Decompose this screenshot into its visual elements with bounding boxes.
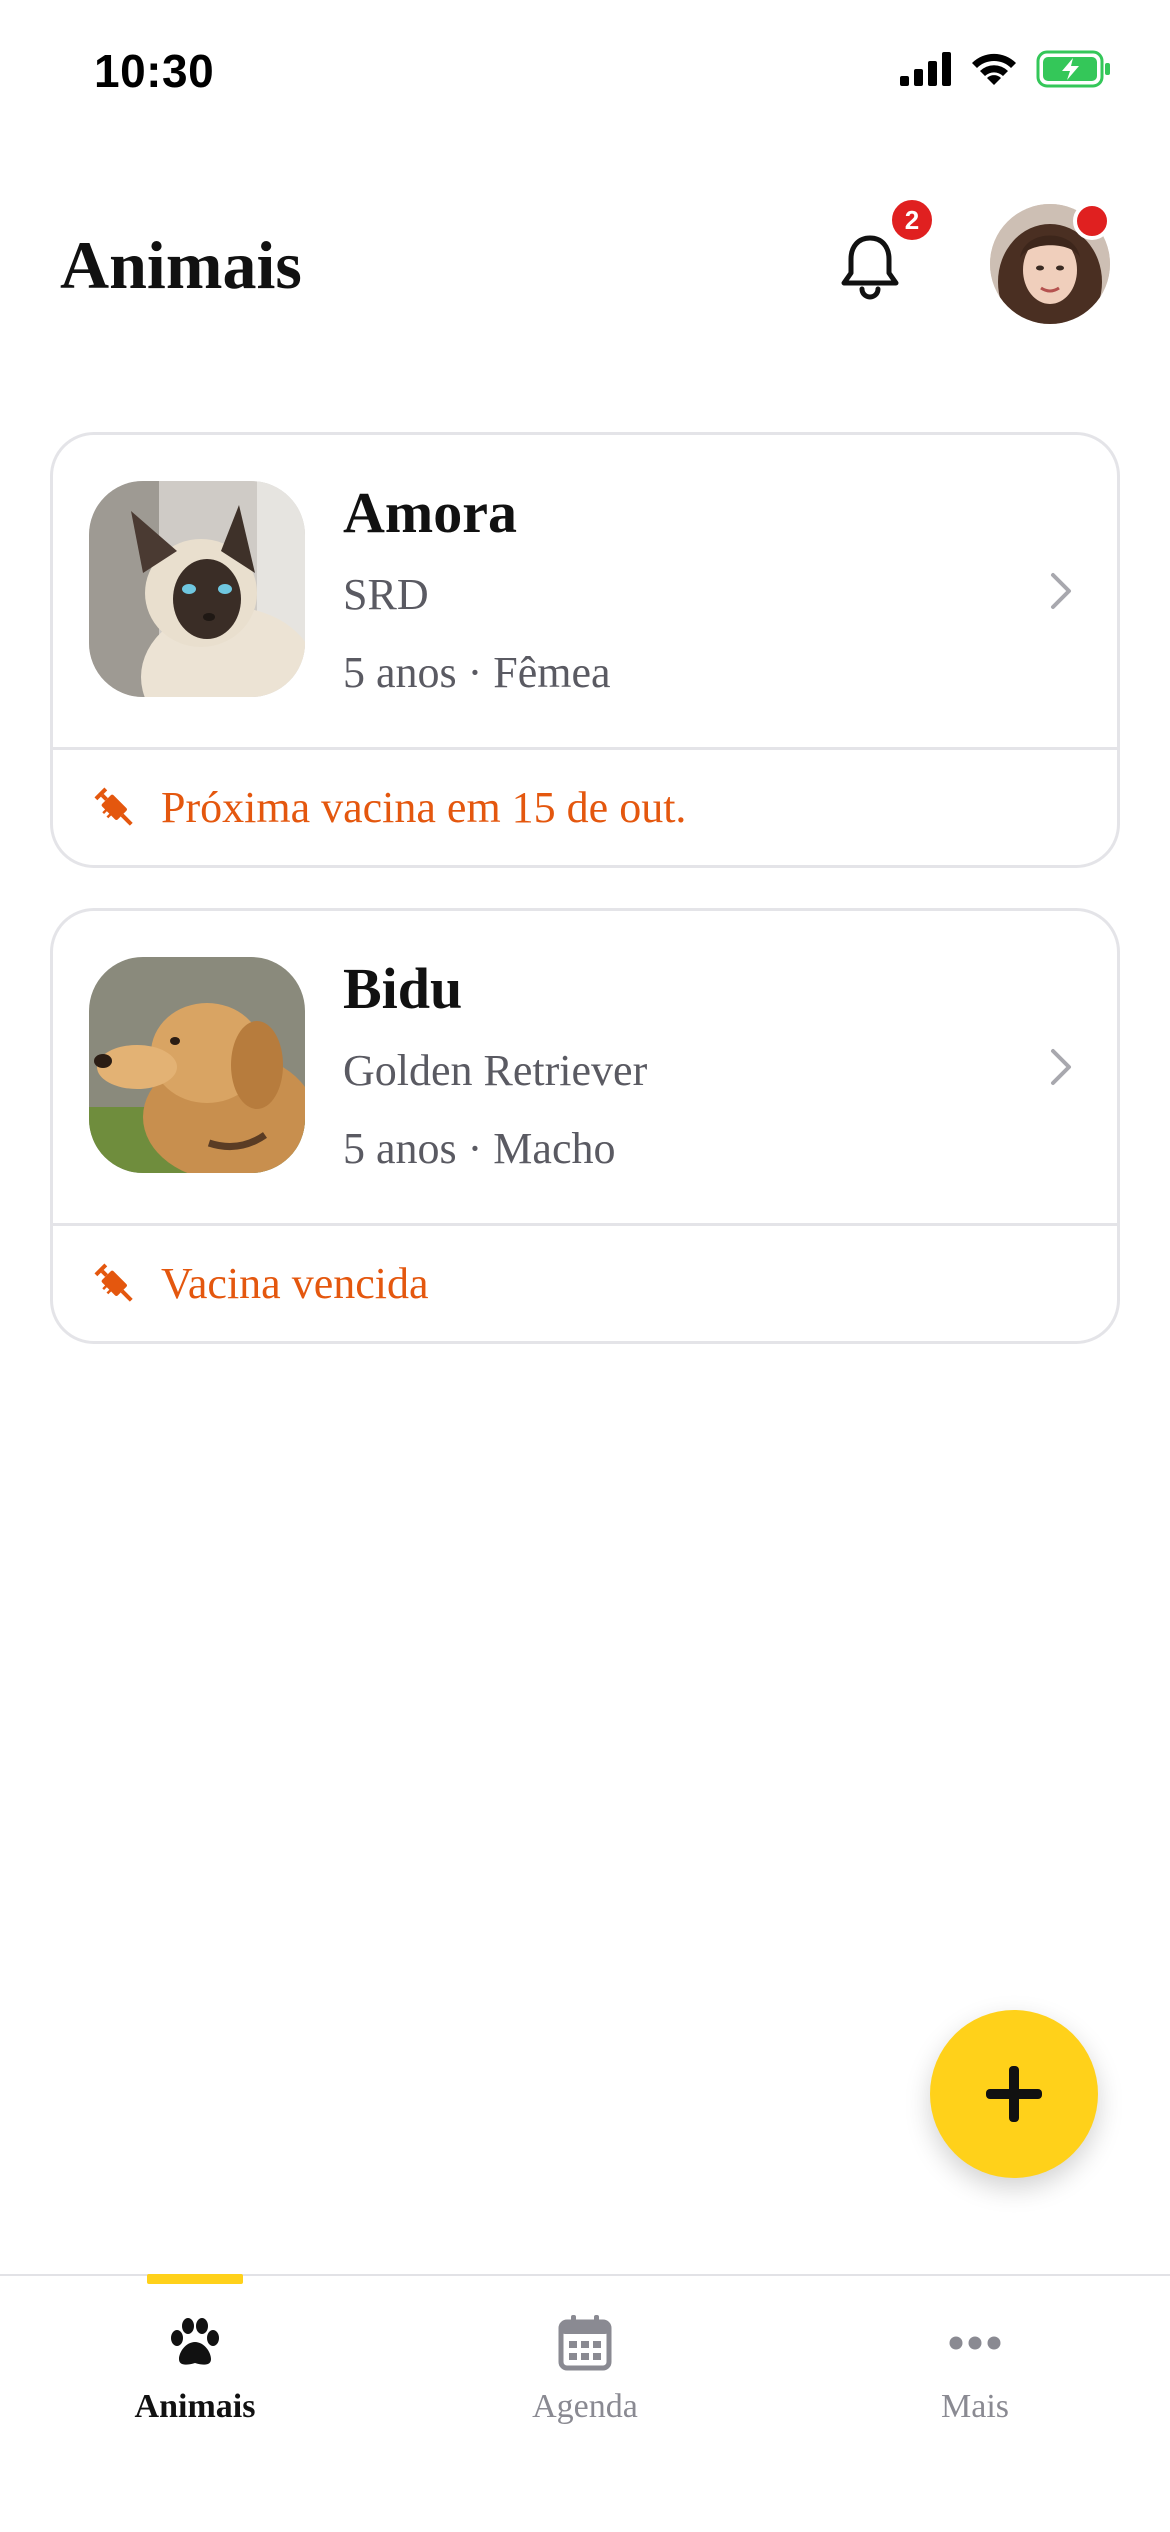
vaccine-alert: Próxima vacina em 15 de out. [53,747,1117,865]
tab-mais[interactable]: Mais [780,2276,1170,2476]
syringe-icon [94,786,133,826]
page-title: Animais [60,227,302,303]
vaccine-alert: Vacina vencida [53,1223,1117,1341]
pet-breed: Golden Retriever [343,1046,648,1095]
pet-age-sex: 5 anos · Fêmea [343,648,611,697]
pet-card-bidu: Bidu Golden Retriever 5 anos · Macho Vac… [50,908,1120,1344]
tab-label: Animais [134,2388,256,2425]
paw-icon [171,2318,219,2365]
wifi-icon [972,53,1016,85]
pet-card-main[interactable]: Amora SRD 5 anos · Fêmea [53,435,1117,747]
pet-photo-cat [89,481,305,697]
pet-name: Bidu [343,956,463,1021]
add-pet-button[interactable] [930,2010,1098,2178]
notification-badge: 2 [888,196,936,244]
status-time: 10:30 [94,45,215,97]
tab-label: Agenda [532,2388,638,2425]
plus-icon [986,2066,1042,2122]
tab-animais[interactable]: Animais [0,2274,390,2476]
calendar-icon [558,2315,612,2371]
pet-card-amora: Amora SRD 5 anos · Fêmea Próxima vacina … [50,432,1120,868]
battery-charging-icon [1036,50,1110,88]
more-icon [949,2336,1001,2350]
cellular-signal-icon [900,52,951,86]
pet-photo-dog [89,957,305,1173]
tab-bar: Animais Agenda Mais [0,2274,1170,2532]
tab-agenda[interactable]: Agenda [390,2276,780,2476]
pet-card-main[interactable]: Bidu Golden Retriever 5 anos · Macho [53,911,1117,1223]
syringe-icon [94,1262,133,1302]
status-icons [900,50,1112,88]
tab-label: Mais [941,2388,1009,2425]
vaccine-alert-text: Próxima vacina em 15 de out. [161,783,687,832]
active-tab-indicator [147,2274,243,2284]
avatar-status-dot [1073,202,1111,240]
pet-age-sex: 5 anos · Macho [343,1124,616,1173]
status-bar: 10:30 [0,0,1170,150]
pet-breed: SRD [343,570,429,619]
chevron-right-icon [1051,1049,1071,1085]
pet-name: Amora [343,480,517,545]
vaccine-alert-text: Vacina vencida [161,1259,429,1308]
chevron-right-icon [1051,573,1071,609]
